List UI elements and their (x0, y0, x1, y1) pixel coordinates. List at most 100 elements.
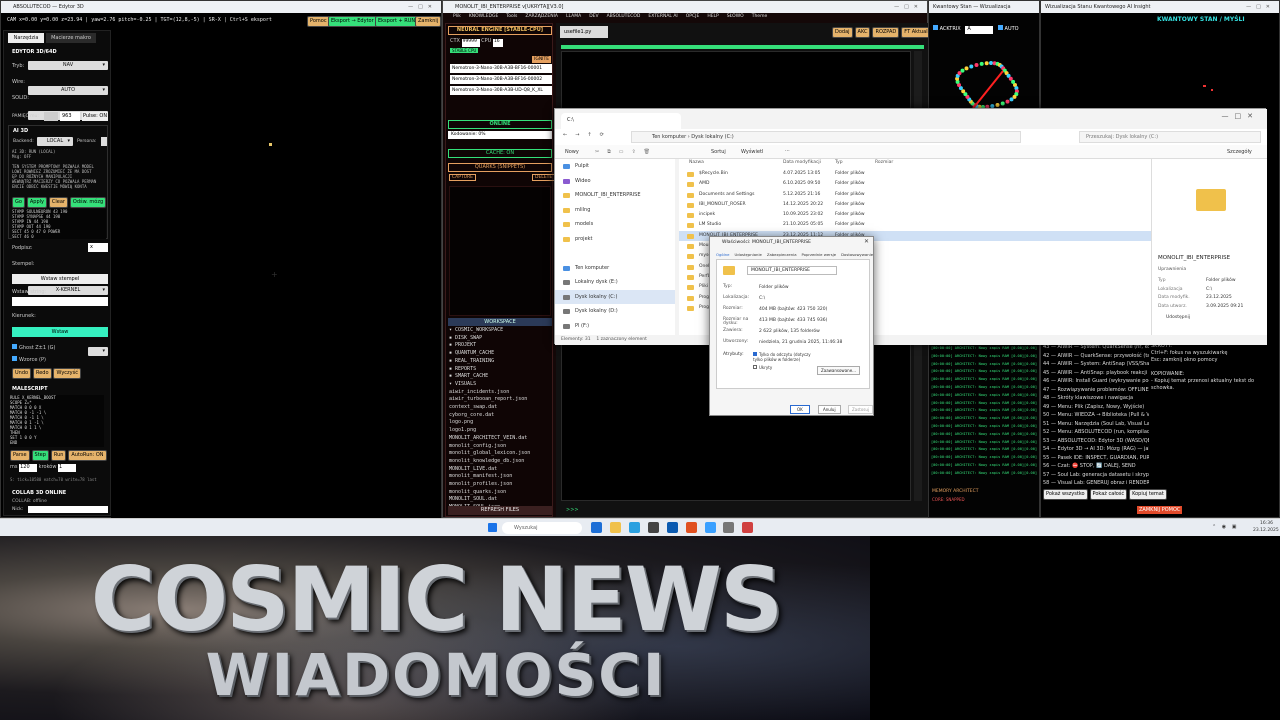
menu-item-11[interactable]: Theme (752, 14, 768, 19)
file-row[interactable]: AMD 6.10.2025 09:50 Folder plików (679, 179, 1151, 189)
capture-button[interactable]: CAPTURE (449, 174, 476, 181)
help-button[interactable]: Pomoc (307, 16, 330, 27)
close-button[interactable]: Zamknij (415, 16, 442, 27)
refresh-files-button[interactable]: REFRESH FILES (448, 506, 552, 515)
model-item[interactable]: Nemotron-3-Nano-30B-A3B-BF16-00001 (450, 64, 552, 73)
app-icon[interactable] (704, 522, 716, 533)
help-topic-item[interactable]: 56 — Czat: ⛔ STOP, 🔄 DALEJ, SEND (1043, 462, 1149, 471)
export-run-button[interactable]: Eksport + RUN (375, 16, 419, 27)
help-topic-list[interactable]: 43 — AIWIR — System: QuarkSense (hr, kol… (1043, 343, 1149, 488)
file-explorer-icon[interactable] (609, 522, 621, 533)
wipe-button[interactable]: Wyczyść (53, 368, 81, 379)
start-icon[interactable] (488, 523, 497, 532)
help-topic-item[interactable]: 48 — Skróty klawiszowe i nawigacja (1043, 394, 1149, 403)
workspace-item[interactable]: logo.png (449, 419, 553, 427)
readonly-checkbox[interactable]: Tylko do odczytu (dotyczy tylko plików w… (753, 352, 813, 362)
breadcrumb[interactable]: Ten komputer › Dysk lokalny (C:) (631, 131, 1021, 143)
more-icon[interactable]: ··· (785, 148, 790, 154)
show-all-button[interactable]: Pokaż wszystko (1043, 489, 1088, 500)
file-row[interactable]: LM Studio 21.10.2025 05:05 Folder plików (679, 220, 1151, 230)
delete-button[interactable]: DELETE (532, 174, 556, 181)
workspace-item[interactable]: MONOLIT_ARCHITECT_VEIN.dat (449, 435, 553, 443)
insert-button[interactable]: Wstaw (12, 327, 108, 337)
task-view-icon[interactable] (591, 522, 602, 533)
workspace-item[interactable]: ▪ REPORTS (449, 366, 553, 374)
workspace-item[interactable]: monolit_manifest.json (449, 473, 553, 481)
help-topic-item[interactable]: 57 — Soul Lab: generacja datasetu i skry… (1043, 471, 1149, 480)
help-topic-item[interactable]: 58 — Visual Lab: GENERUJ obraz i RENDERU… (1043, 479, 1149, 488)
ms-input[interactable]: 120 (19, 464, 38, 472)
column-header[interactable]: Nazwa (689, 160, 704, 165)
brave-icon[interactable] (685, 522, 697, 533)
nav-item[interactable] (555, 246, 675, 261)
help-topic-item[interactable]: 45 — AIWIR — AntiSnap: playbook reakcji … (1043, 369, 1149, 378)
ghost-checkbox[interactable]: Ghost Z±1 (G) (12, 344, 55, 351)
nav-item[interactable]: Ten komputer (555, 261, 675, 276)
help-topic-item[interactable]: 54 — Edytor 3D → AI 3D: Mózg (RAG) — jak… (1043, 445, 1149, 454)
taskbar-search[interactable]: Wyszukaj (502, 522, 582, 534)
apply-button[interactable]: Apply (26, 197, 47, 208)
workspace-item[interactable]: monolit_knowledge_db.json (449, 458, 553, 466)
insight-title-bar[interactable]: Wizualizacja Stanu Kwantowego AI Insight… (1041, 1, 1279, 13)
workspace-item[interactable]: monolit_quarks.json (449, 489, 553, 497)
help-topic-item[interactable]: 53 — ABSOLUTECOD: Edytor 3D (WASD/QE, PP… (1043, 437, 1149, 446)
go-button[interactable]: Go (12, 197, 25, 208)
column-header[interactable]: Rozmiar (875, 160, 893, 165)
patterns-checkbox[interactable]: Wzorce (P) (12, 356, 46, 363)
window-controls[interactable]: —□✕ (1246, 1, 1275, 13)
folder-name-input[interactable]: MONOLIT_IBI_ENTERPRISE (747, 266, 837, 275)
checkbox-checked-icon[interactable] (997, 25, 1003, 30)
app-icon[interactable] (723, 522, 735, 533)
help-topic-item[interactable]: 55 — Pasek IDE: INSPECT, GUARDIAN, PURGE… (1043, 454, 1149, 463)
tab-macros[interactable]: Macierze makro (46, 33, 96, 43)
cpu-input[interactable]: 16 (492, 39, 503, 47)
workspace-item[interactable]: context_swap.dat (449, 404, 553, 412)
dialog-tab[interactable]: Dostosowywanie (841, 252, 873, 257)
workspace-item[interactable]: monolit_profiles.json (449, 481, 553, 489)
ignite-button[interactable]: IGNITE (532, 56, 552, 63)
workspace-item[interactable]: ▪ PROJEKT (449, 342, 553, 350)
parse-button[interactable]: Parse (10, 450, 30, 461)
nav-item[interactable]: projekt (555, 232, 675, 247)
nav-item[interactable]: Wideo (555, 174, 675, 189)
clock-time[interactable]: 16:36 (1260, 521, 1273, 526)
workspace-item[interactable]: ▪ DISK_SWAP (449, 335, 553, 343)
tab-tools[interactable]: Narzędzia (8, 33, 44, 43)
tray-icons[interactable]: ⌃ ◉ ▣ (1212, 524, 1238, 530)
quarks-list[interactable] (449, 186, 551, 316)
new-button[interactable]: Nowy (565, 149, 579, 155)
nav-item[interactable]: Pl (F:) (555, 319, 675, 334)
menu-item-7[interactable]: EXTERNAL AI (648, 14, 677, 19)
column-header[interactable]: Typ (835, 160, 843, 165)
workspace-item[interactable]: aiwir_incidents.json (449, 389, 553, 397)
help-topic-item[interactable]: 47 — Rozwiązywanie problemów: OFFLINE (1043, 386, 1149, 395)
nav-item[interactable]: Dysk lokalny (D:) (555, 304, 675, 319)
details-button[interactable]: Szczegóły (1227, 149, 1252, 155)
edge-icon[interactable] (628, 522, 640, 533)
nav-item[interactable]: mlilng (555, 203, 675, 218)
help-topic-item[interactable]: 52 — Menu: ABSOLUTECOD (run, kompilacja,… (1043, 428, 1149, 437)
file-row[interactable]: incipek 10.09.2025 23:02 Folder plików (679, 210, 1151, 220)
explorer-search[interactable]: Przeszukaj: Dysk lokalny (C:) (1079, 131, 1261, 143)
sign-input[interactable]: x (88, 243, 108, 252)
workspace-item[interactable]: ▪ QUANTUM_CACHE (449, 350, 553, 358)
help-topic-item[interactable]: 59 — ABSOLUTECOD Analyzer: Analizuj. Int… (1043, 488, 1149, 489)
direction-select[interactable] (88, 347, 108, 356)
nav-arrows-icon[interactable]: ←→↑⟳ (563, 132, 612, 138)
backend-select[interactable]: LOCAL (37, 137, 73, 146)
menu-item-0[interactable]: Plik (453, 14, 461, 19)
clipboard-icons[interactable]: ✂⧉▭⇪🗑 (595, 149, 658, 155)
workspace-item[interactable]: aiwir_turbooan_report.json (449, 396, 553, 404)
window-controls[interactable]: —□✕ (408, 1, 437, 13)
pulse-toggle[interactable]: Pulse: ON (82, 112, 108, 121)
explorer-tab[interactable]: C:\ (561, 113, 681, 129)
dialog-tab[interactable]: Udostępnianie (735, 252, 762, 257)
viewport-3d[interactable]: + (111, 30, 441, 518)
nav-item[interactable]: Pulpit (555, 159, 675, 174)
undo-button[interactable]: Undo (12, 368, 32, 379)
menu-item-10[interactable]: SŁOWO (727, 14, 744, 19)
persona-select[interactable] (101, 137, 107, 146)
menu-item-1[interactable]: KNOWLEDGE (469, 14, 498, 19)
string-input[interactable] (12, 297, 108, 306)
workspace-item[interactable]: monolit_global_lexicon.json (449, 450, 553, 458)
